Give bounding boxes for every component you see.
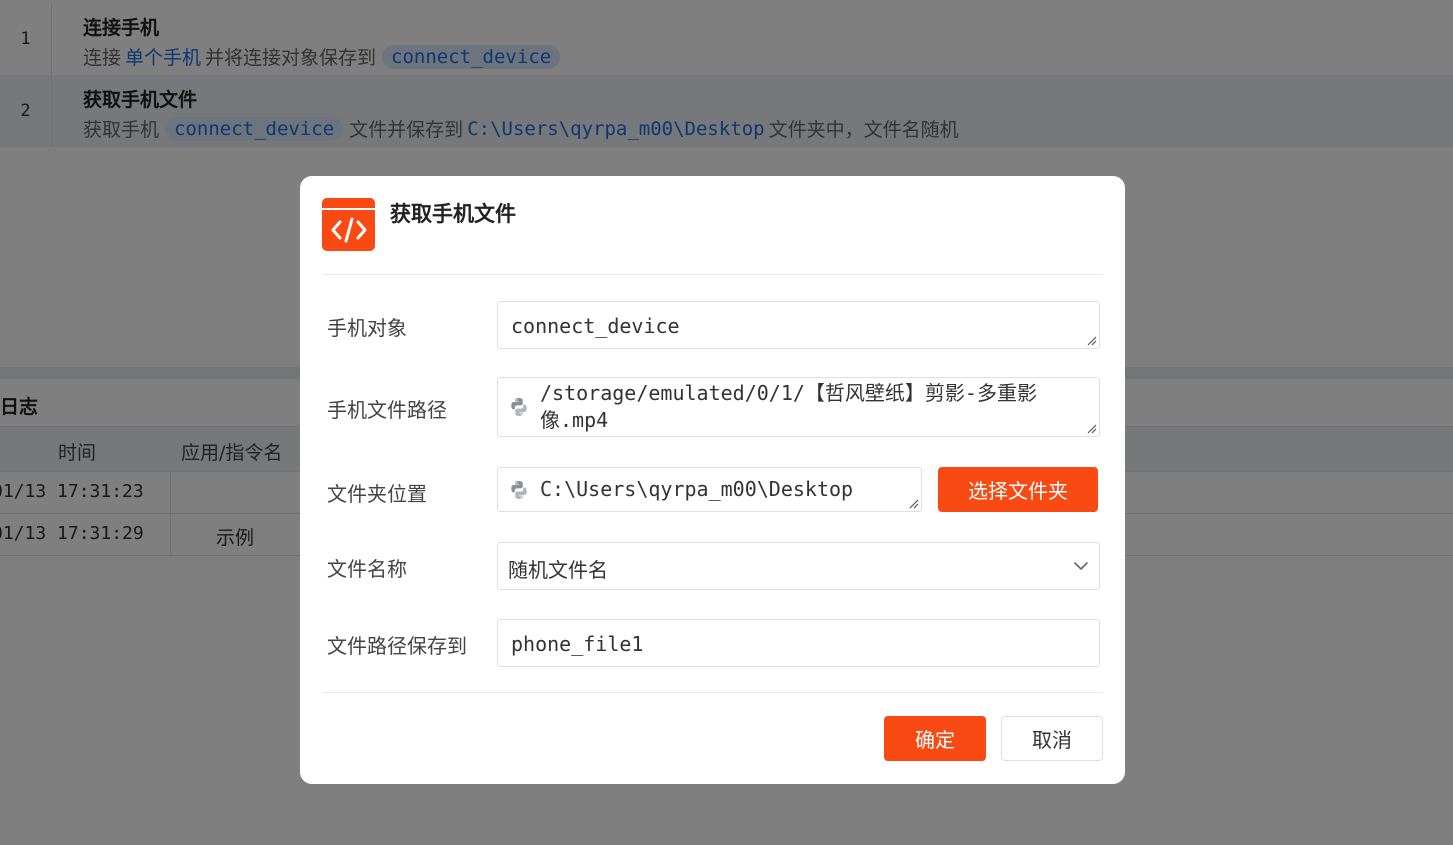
ok-button[interactable]: 确定 xyxy=(884,716,986,761)
phone-path-value: /storage/emulated/0/1/【哲风壁纸】剪影-多重影像.mp4 xyxy=(540,381,1037,432)
folder-label: 文件夹位置 xyxy=(327,482,427,506)
get-phone-file-dialog: 获取手机文件 手机对象 connect_device 手机文件路径 /stora… xyxy=(300,176,1125,784)
folder-input[interactable]: C:\Users\qyrpa_m00\Desktop xyxy=(497,467,922,512)
device-label: 手机对象 xyxy=(327,316,407,340)
device-input-value: connect_device xyxy=(511,314,680,338)
filename-select-value: 随机文件名 xyxy=(508,558,608,582)
dialog-header-divider xyxy=(323,274,1103,275)
resize-handle-icon[interactable] xyxy=(907,497,919,509)
resize-handle-icon[interactable] xyxy=(1085,422,1097,434)
filename-select[interactable]: 随机文件名 xyxy=(497,542,1100,590)
phone-path-input[interactable]: /storage/emulated/0/1/【哲风壁纸】剪影-多重影像.mp4 xyxy=(497,377,1100,437)
save-to-input[interactable]: phone_file1 xyxy=(497,619,1100,667)
chevron-down-icon xyxy=(1074,562,1088,570)
filename-label: 文件名称 xyxy=(327,557,407,581)
resize-handle-icon[interactable] xyxy=(1085,334,1097,346)
device-input[interactable]: connect_device xyxy=(497,301,1100,349)
dialog-footer-divider xyxy=(323,692,1103,693)
folder-value: C:\Users\qyrpa_m00\Desktop xyxy=(540,477,854,501)
select-folder-button[interactable]: 选择文件夹 xyxy=(938,467,1098,512)
phone-path-label: 手机文件路径 xyxy=(327,398,447,422)
save-to-label: 文件路径保存到 xyxy=(327,634,467,658)
dialog-title: 获取手机文件 xyxy=(390,202,516,226)
cancel-button[interactable]: 取消 xyxy=(1001,716,1103,761)
python-icon xyxy=(511,481,527,499)
code-icon xyxy=(322,198,375,251)
save-to-value: phone_file1 xyxy=(511,632,644,656)
python-icon xyxy=(511,398,527,416)
